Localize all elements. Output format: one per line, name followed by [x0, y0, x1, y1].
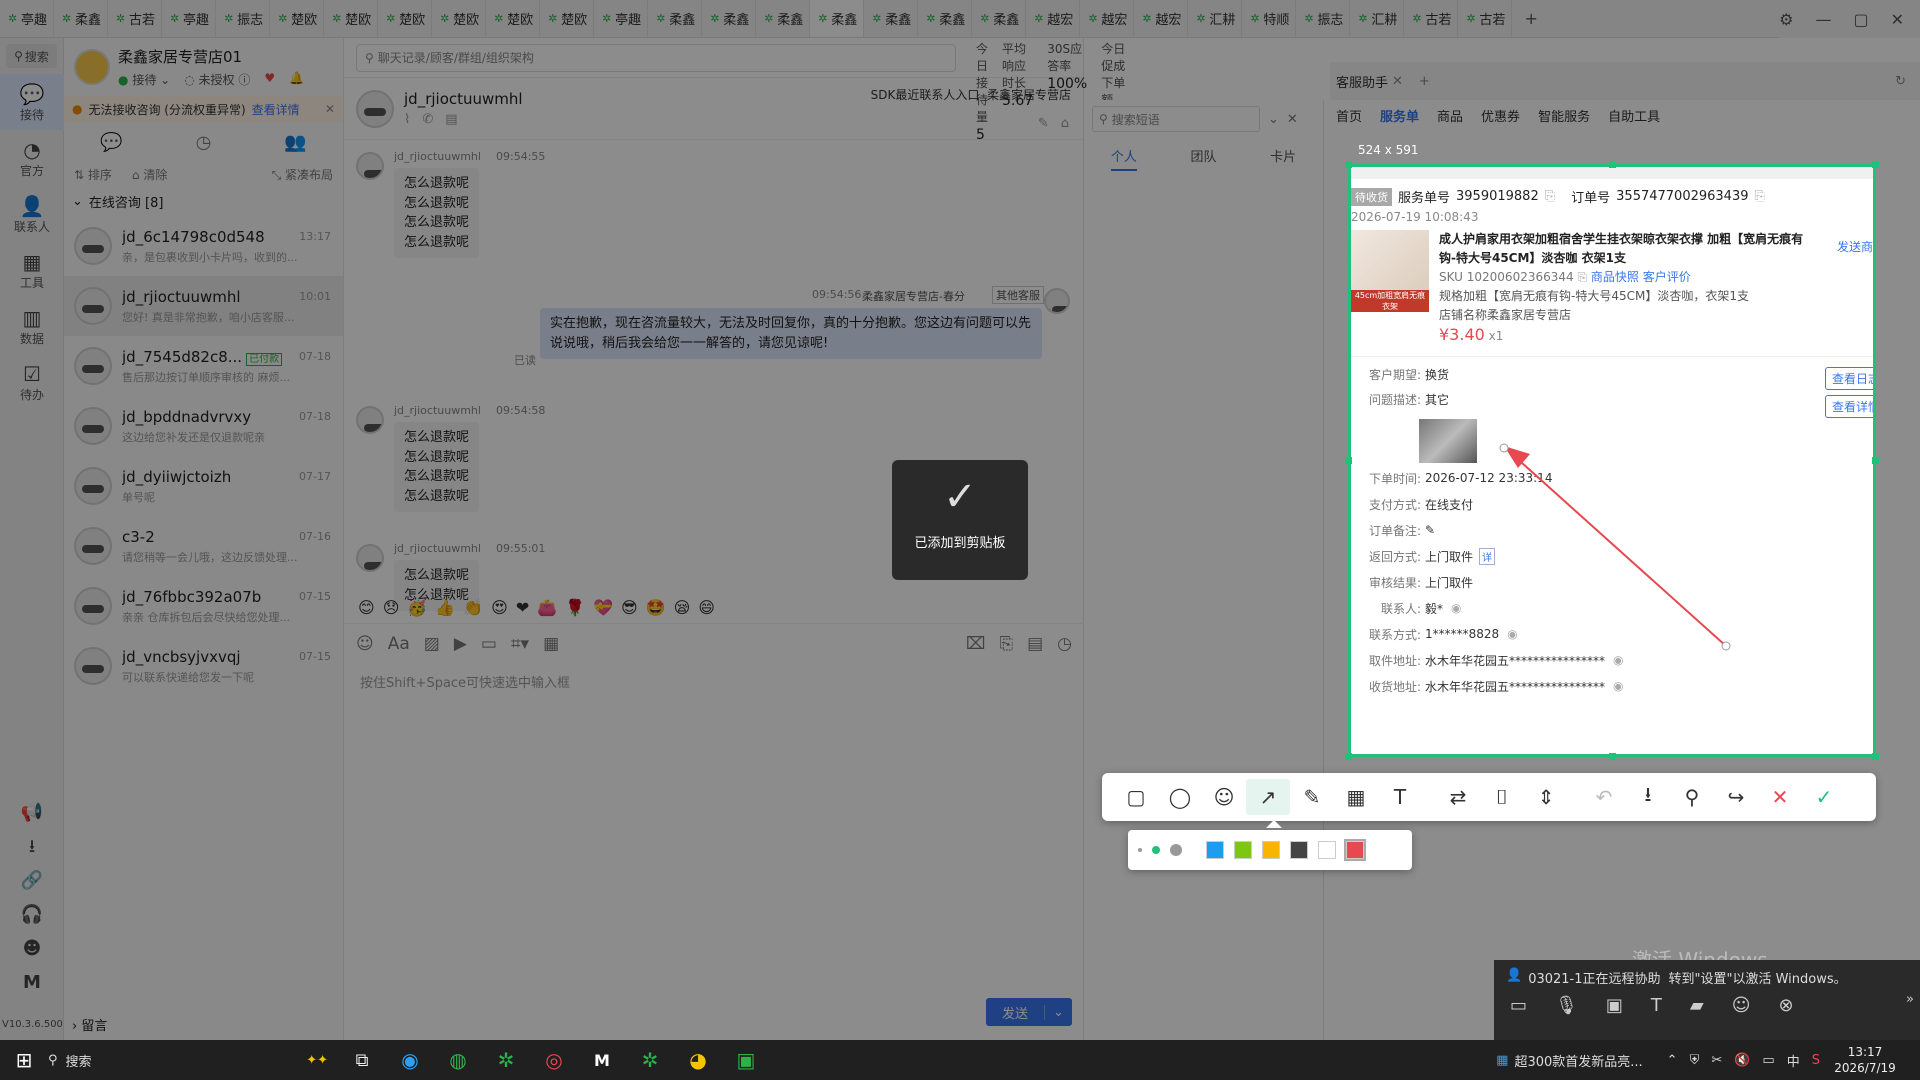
resize-handle[interactable] — [1872, 457, 1879, 464]
selection-size: 524 x 591 — [1358, 143, 1419, 157]
edge-icon[interactable]: ◉ — [386, 1048, 434, 1072]
close-icon[interactable]: ✕ — [1758, 779, 1802, 815]
color-swatch[interactable] — [1234, 841, 1252, 859]
color-swatch[interactable] — [1318, 841, 1336, 859]
pin-icon[interactable]: ⚲ — [1670, 779, 1714, 815]
circle-icon[interactable]: ◯ — [1158, 779, 1202, 815]
windows-start-icon[interactable]: ⊞ — [0, 1048, 48, 1072]
undo-icon[interactable]: ↶ — [1582, 779, 1626, 815]
store-name: 店铺名称柔鑫家居专营店 — [1439, 308, 1572, 322]
resize-handle[interactable] — [1609, 161, 1616, 168]
confirm-icon[interactable]: ✓ — [1802, 779, 1846, 815]
order-no: 3557477002963439 — [1616, 189, 1749, 204]
resize-handle[interactable] — [1609, 753, 1616, 760]
collapse-right-icon[interactable]: » — [1906, 992, 1914, 1007]
clock[interactable]: 13:17 2026/7/19 — [1820, 1044, 1910, 1076]
copy-icon[interactable]: ⎘ — [1755, 189, 1765, 204]
problem-photo[interactable] — [1419, 419, 1477, 463]
remote-chat-icon[interactable]: ▭ — [1510, 995, 1527, 1016]
taskbar-search[interactable]: ⚲ 搜索 ✦✦ — [48, 1044, 328, 1076]
size-large-dot[interactable] — [1170, 844, 1182, 856]
remote-person-icon[interactable]: ☺ — [1732, 995, 1751, 1016]
color-palette — [1128, 830, 1412, 870]
view-detail-button[interactable]: 查看详情 — [1824, 395, 1873, 418]
app-red-icon[interactable]: ◎ — [530, 1048, 578, 1072]
resize-handle[interactable] — [1345, 161, 1352, 168]
color-swatch[interactable] — [1262, 841, 1280, 859]
arrow-icon[interactable]: ↗ — [1246, 779, 1290, 815]
emoji-icon[interactable]: ☺ — [1202, 779, 1246, 815]
translate-icon[interactable]: ⇄ — [1436, 779, 1480, 815]
mosaic-icon[interactable]: ▦ — [1334, 779, 1378, 815]
copy-icon[interactable]: ⎘ — [1577, 270, 1587, 284]
color-swatch[interactable] — [1290, 841, 1308, 859]
detail-row: 收货地址: 水木年华花园五**************** ◉ — [1368, 679, 1624, 694]
send-product-link[interactable]: 发送商品 — [1837, 238, 1873, 255]
remote-screen-icon[interactable]: ▣ — [1606, 995, 1623, 1016]
resize-handle[interactable] — [1872, 753, 1879, 760]
check-icon: ✓ — [943, 474, 977, 520]
review-link[interactable]: 客户评价 — [1643, 270, 1691, 284]
scroll-icon[interactable]: ⇕ — [1524, 779, 1568, 815]
app-m-icon[interactable]: M — [578, 1051, 626, 1070]
ime-indicator[interactable]: 中 — [1787, 1051, 1800, 1070]
snapshot-link[interactable]: 商品快照 — [1591, 270, 1639, 284]
product-thumbnail[interactable]: 45cm加粗宽肩无痕衣架 — [1351, 230, 1429, 312]
screenshot-toolbar: ▢ ◯ ☺ ↗ ✎ ▦ T ⇄ ⌷ ⇕ ↶ ⭳ ⚲ ↪ ✕ ✓ — [1102, 773, 1876, 821]
user-icon: 👤 — [1506, 968, 1523, 983]
resize-handle[interactable] — [1872, 161, 1879, 168]
color-swatch[interactable] — [1344, 839, 1366, 861]
app-green-icon[interactable]: ▣ — [722, 1048, 770, 1072]
system-tray: ⌃ ⛨ ✂ 🔇 ▭ 中 S — [1667, 1051, 1820, 1070]
news-icon: ▦ — [1496, 1052, 1509, 1068]
remote-text-icon[interactable]: T — [1651, 995, 1662, 1016]
product-spec: 规格加粗【宽肩无痕有钩-特大号45CM】淡杏咖，衣架1支 — [1439, 289, 1749, 303]
view-log-button[interactable]: 查看日志 — [1824, 367, 1873, 390]
price: ¥3.40 — [1439, 325, 1485, 344]
app-star2-icon[interactable]: ✲ — [626, 1048, 674, 1072]
network-icon[interactable]: ▭ — [1762, 1053, 1774, 1068]
app-star-icon[interactable]: ✲ — [482, 1048, 530, 1072]
size-small-dot[interactable] — [1138, 848, 1142, 852]
ocr-icon[interactable]: ⌷ — [1480, 779, 1524, 815]
text-icon[interactable]: T — [1378, 779, 1422, 815]
arrow-annotation[interactable] — [1490, 440, 1740, 660]
copy-icon[interactable]: ⎘ — [1545, 189, 1555, 204]
pen-icon[interactable]: ✎ — [1290, 779, 1334, 815]
detail-row: 客户期望: 换货 — [1368, 367, 1450, 382]
sparkle-icon: ✦✦ — [306, 1052, 328, 1068]
toast: ✓ 已添加到剪贴板 — [892, 460, 1028, 580]
tray-up-icon[interactable]: ⌃ — [1667, 1053, 1678, 1068]
remote-close-icon[interactable]: ⊗ — [1779, 995, 1794, 1016]
save-icon[interactable]: ⭳ — [1626, 779, 1670, 815]
eye-icon[interactable]: ◉ — [1451, 601, 1461, 615]
service-datetime: 2026-07-19 10:08:43 — [1351, 210, 1479, 224]
service-no: 3959019882 — [1456, 189, 1539, 204]
taskbar-news[interactable]: ▦ 超300款首发新品亮... — [1496, 1051, 1643, 1070]
app-chat-icon[interactable]: ◕ — [674, 1048, 722, 1072]
eye-icon[interactable]: ◉ — [1613, 679, 1623, 693]
remote-mic-icon[interactable]: 🎙 — [1555, 995, 1578, 1016]
tray-shield-icon[interactable]: ⛨ — [1690, 1053, 1700, 1068]
resize-handle[interactable] — [1345, 457, 1352, 464]
remote-assist-bar: 👤 03021-1正在远程协助 转到"设置"以激活 Windows。 ▭ 🎙 ▣… — [1494, 960, 1920, 1040]
resize-handle[interactable] — [1345, 753, 1352, 760]
tray-clip-icon[interactable]: ✂ — [1711, 1053, 1722, 1068]
wechat-icon[interactable]: ◍ — [434, 1048, 482, 1072]
tray-s-icon[interactable]: S — [1812, 1053, 1820, 1068]
rect-icon[interactable]: ▢ — [1114, 779, 1158, 815]
taskview-icon[interactable]: ⧉ — [338, 1050, 386, 1071]
volume-icon[interactable]: 🔇 — [1734, 1053, 1750, 1068]
status-badge: 待收货 — [1351, 187, 1392, 206]
color-swatch[interactable] — [1206, 841, 1224, 859]
taskbar: ⊞ ⚲ 搜索 ✦✦ ⧉ ◉ ◍ ✲ ◎ M ✲ ◕ ▣ ▦ 超300款首发新品亮..… — [0, 1040, 1920, 1080]
remote-folder-icon[interactable]: ▰ — [1690, 995, 1704, 1016]
share-icon[interactable]: ↪ — [1714, 779, 1758, 815]
search-icon: ⚲ — [48, 1052, 58, 1068]
product-title[interactable]: 成人护肩家用衣架加粗宿舍学生挂衣架晾衣架衣撑 加粗【宽肩无痕有钩-特大号45CM… — [1439, 230, 1809, 268]
size-medium-dot[interactable] — [1152, 846, 1160, 854]
